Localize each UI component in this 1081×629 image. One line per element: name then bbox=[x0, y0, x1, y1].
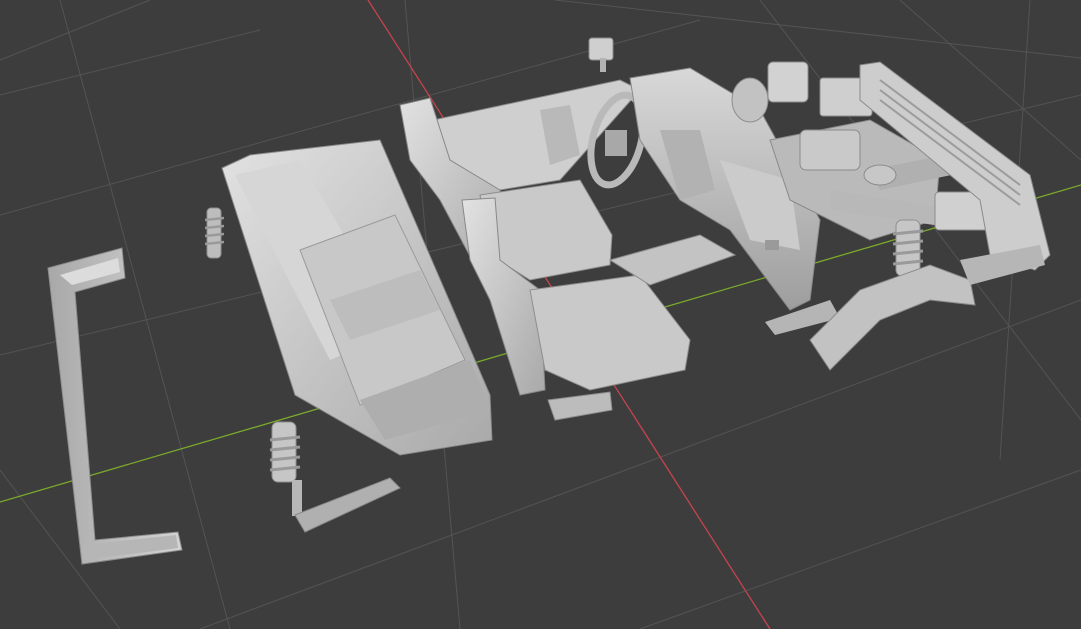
3d-viewport[interactable] bbox=[0, 0, 1081, 629]
front-shock[interactable] bbox=[892, 219, 924, 277]
rear-bumper[interactable] bbox=[47, 247, 183, 565]
side-mirror[interactable] bbox=[588, 37, 614, 72]
rear-shock-left[interactable] bbox=[204, 207, 225, 259]
front-fender[interactable] bbox=[809, 264, 976, 371]
viewport-canvas[interactable] bbox=[0, 0, 1081, 629]
